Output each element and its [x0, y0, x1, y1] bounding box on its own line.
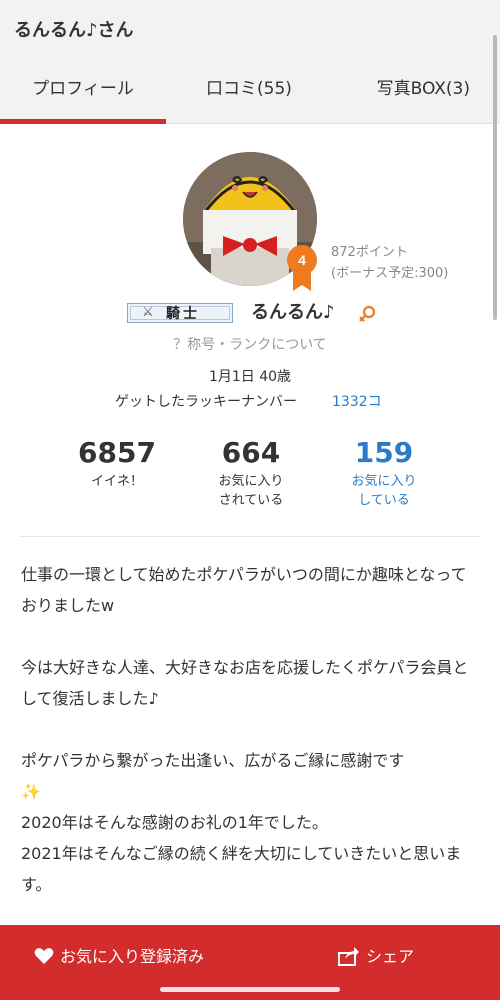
lucky-number-link[interactable]: 1332コ — [332, 391, 382, 411]
tab-bar: プロフィール 口コミ(55) 写真BOX(3) — [0, 62, 500, 124]
tab-reviews[interactable]: 口コミ(55) — [166, 62, 332, 124]
bio-line: 2020年はそんな感謝のお礼の1年でした。 — [21, 813, 328, 832]
active-tab-indicator — [0, 119, 166, 124]
rank-info-link[interactable]: ？称号・ランクについて — [0, 334, 500, 354]
stat-likes: 6857 イイネ！ — [57, 437, 177, 491]
profile-bio: 仕事の一環として始めたポケパラがいつの間にか趣味となっておりましたw 今は大好き… — [21, 559, 481, 900]
title-badge-label: 騎士 — [166, 306, 200, 322]
bio-paragraph: 今は大好きな人達、大好きなお店を応援したくポケパラ会員として復活しました♪ — [21, 658, 469, 708]
tab-photo-box[interactable]: 写真BOX(3) — [332, 62, 500, 124]
favorite-button[interactable]: お気に入り登録済み — [34, 943, 204, 969]
favorite-button-label: お気に入り登録済み — [60, 947, 205, 966]
page-title: るんるん♪さん — [14, 20, 134, 41]
scrollbar[interactable] — [493, 35, 497, 320]
share-button[interactable]: シェア — [338, 943, 414, 970]
username: るんるん♪ — [251, 302, 335, 323]
favorited-by-label-2: されている — [218, 493, 284, 508]
bottom-action-bar: お気に入り登録済み シェア — [0, 925, 500, 1000]
bio-line: ポケパラから繋がった出逢い、広がるご縁に感謝です — [21, 751, 405, 770]
favoriting-label-1[interactable]: お気に入り — [324, 472, 444, 491]
crossed-swords-icon: ⚔ — [142, 305, 154, 320]
share-icon — [338, 946, 360, 970]
favorited-by-label-1: お気に入り — [218, 474, 284, 489]
bio-paragraph: 仕事の一環として始めたポケパラがいつの間にか趣味となっておりましたw — [21, 565, 467, 615]
favoriting-label-2[interactable]: している — [324, 491, 444, 510]
points-value: 872ポイント — [331, 245, 408, 260]
heart-icon — [34, 947, 54, 969]
title-badge[interactable]: ⚔ 騎士 — [127, 303, 233, 323]
favoriting-count[interactable]: 159 — [324, 437, 444, 469]
app-header: るんるん♪さん — [0, 0, 500, 62]
home-indicator — [160, 987, 340, 992]
likes-label: イイネ！ — [90, 474, 143, 489]
stat-favoriting[interactable]: 159 お気に入り している — [324, 437, 444, 510]
share-button-label: シェア — [366, 947, 415, 966]
bonus-points: (ボーナス予定:300) — [331, 266, 449, 281]
sparkles-icon: ✨ — [21, 782, 41, 801]
points-info: 872ポイント (ボーナス予定:300) — [331, 242, 448, 284]
female-icon — [358, 305, 376, 323]
rank-number: 4 — [298, 252, 306, 268]
favorited-by-count: 664 — [221, 436, 281, 469]
likes-count: 6857 — [78, 436, 156, 469]
rank-ribbon-icon: 4 — [287, 245, 317, 293]
bio-paragraph: ポケパラから繋がった出逢い、広がるご縁に感謝です ✨ 2020年はそんな感謝のお… — [21, 745, 481, 900]
lucky-number-label: ゲットしたラッキーナンバー — [115, 394, 297, 410]
birthday-age: 1月1日 40歳 — [208, 369, 292, 385]
divider — [20, 536, 480, 537]
tab-profile[interactable]: プロフィール — [0, 62, 166, 124]
bio-line: 2021年はそんなご縁の続く絆を大切にしていきたいと思います。 — [21, 844, 462, 894]
stat-favorited-by: 664 お気に入り されている — [191, 437, 311, 510]
